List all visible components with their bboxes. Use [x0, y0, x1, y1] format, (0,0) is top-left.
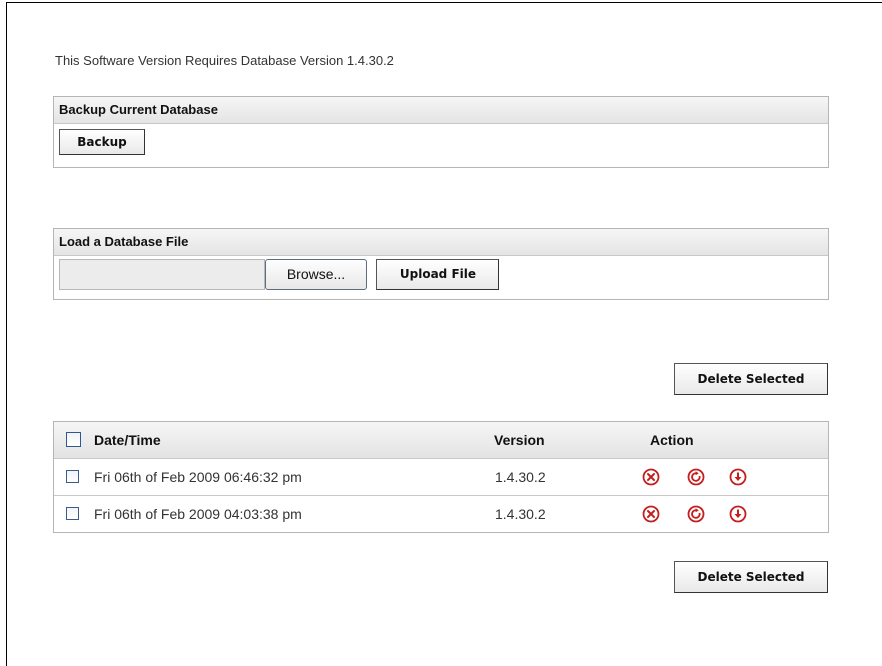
column-header-datetime: Date/Time — [94, 432, 161, 448]
browse-button[interactable]: Browse... — [265, 259, 367, 290]
select-all-checkbox[interactable] — [66, 432, 81, 447]
row-checkbox[interactable] — [66, 507, 79, 520]
table-header-row: Date/Time Version Action — [54, 422, 828, 459]
delete-icon[interactable] — [642, 505, 660, 523]
delete-icon[interactable] — [642, 468, 660, 486]
row-version: 1.4.30.2 — [495, 469, 546, 485]
restore-icon[interactable] — [687, 468, 705, 486]
load-database-panel-header: Load a Database File — [54, 229, 828, 256]
column-header-version: Version — [494, 432, 545, 448]
row-datetime: Fri 06th of Feb 2009 06:46:32 pm — [94, 469, 302, 485]
table-row: Fri 06th of Feb 2009 04:03:38 pm 1.4.30.… — [54, 496, 828, 532]
upload-file-button[interactable]: Upload File — [376, 259, 500, 290]
row-datetime: Fri 06th of Feb 2009 04:03:38 pm — [94, 506, 302, 522]
database-requirement-text: This Software Version Requires Database … — [55, 53, 394, 68]
restore-icon[interactable] — [687, 505, 705, 523]
table-row: Fri 06th of Feb 2009 06:46:32 pm 1.4.30.… — [54, 459, 828, 496]
backup-panel: Backup Current Database Backup — [53, 96, 829, 168]
download-icon[interactable] — [729, 505, 747, 523]
delete-selected-button-top[interactable]: Delete Selected — [674, 363, 828, 395]
backups-table: Date/Time Version Action Fri 06th of Feb… — [53, 421, 829, 533]
row-version: 1.4.30.2 — [495, 506, 546, 522]
download-icon[interactable] — [729, 468, 747, 486]
backup-panel-header: Backup Current Database — [54, 97, 828, 124]
delete-selected-button-bottom[interactable]: Delete Selected — [674, 561, 828, 593]
column-header-action: Action — [650, 432, 694, 448]
backup-button[interactable]: Backup — [59, 129, 145, 155]
file-path-input[interactable] — [59, 259, 265, 290]
row-checkbox[interactable] — [66, 470, 79, 483]
load-database-panel: Load a Database File Browse... Upload Fi… — [53, 228, 829, 300]
